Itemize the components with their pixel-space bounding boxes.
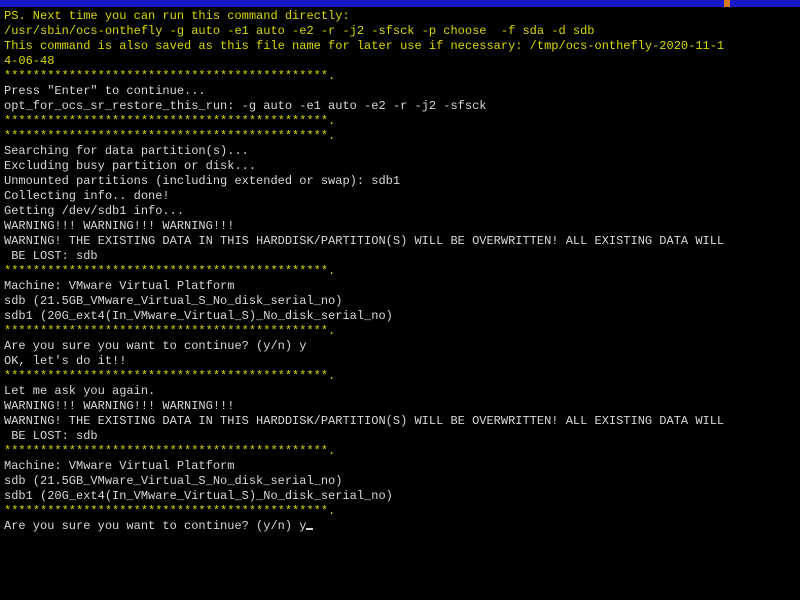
terminal-line: This command is also saved as this file … [4,39,796,54]
terminal-line: 4-06-48 [4,54,796,69]
terminal-line: Let me ask you again. [4,384,796,399]
terminal-line: WARNING!!! WARNING!!! WARNING!!! [4,399,796,414]
prompt-text: Are you sure you want to continue? (y/n) [4,519,299,533]
prompt-input[interactable]: y [299,519,306,533]
terminal-line: opt_for_ocs_sr_restore_this_run: -g auto… [4,99,796,114]
terminal-line: ****************************************… [4,264,796,279]
terminal-line: WARNING!!! WARNING!!! WARNING!!! [4,219,796,234]
terminal-line: BE LOST: sdb [4,429,796,444]
terminal-line: Machine: VMware Virtual Platform [4,459,796,474]
cursor [306,528,313,530]
terminal-line: WARNING! THE EXISTING DATA IN THIS HARDD… [4,234,796,249]
terminal-line: WARNING! THE EXISTING DATA IN THIS HARDD… [4,414,796,429]
terminal-line: Machine: VMware Virtual Platform [4,279,796,294]
terminal-line: Are you sure you want to continue? (y/n)… [4,339,796,354]
window-titlebar [0,0,800,7]
terminal-line: sdb1 (20G_ext4(In_VMware_Virtual_S)_No_d… [4,309,796,324]
terminal-line: /usr/sbin/ocs-onthefly -g auto -e1 auto … [4,24,796,39]
terminal-output[interactable]: PS. Next time you can run this command d… [0,7,800,536]
terminal-line: Getting /dev/sdb1 info... [4,204,796,219]
terminal-line: ****************************************… [4,369,796,384]
terminal-line: Searching for data partition(s)... [4,144,796,159]
titlebar-marker [724,0,730,7]
terminal-line: sdb1 (20G_ext4(In_VMware_Virtual_S)_No_d… [4,489,796,504]
terminal-line: Unmounted partitions (including extended… [4,174,796,189]
terminal-line: ****************************************… [4,114,796,129]
terminal-line: sdb (21.5GB_VMware_Virtual_S_No_disk_ser… [4,474,796,489]
terminal-line: ****************************************… [4,69,796,84]
terminal-line: sdb (21.5GB_VMware_Virtual_S_No_disk_ser… [4,294,796,309]
terminal-line: Excluding busy partition or disk... [4,159,796,174]
terminal-line: BE LOST: sdb [4,249,796,264]
terminal-line: Collecting info.. done! [4,189,796,204]
terminal-line: Press "Enter" to continue... [4,84,796,99]
terminal-line: ****************************************… [4,504,796,519]
terminal-line: ****************************************… [4,129,796,144]
terminal-line: ****************************************… [4,324,796,339]
terminal-prompt-line[interactable]: Are you sure you want to continue? (y/n)… [4,519,796,534]
terminal-line: PS. Next time you can run this command d… [4,9,796,24]
terminal-line: ****************************************… [4,444,796,459]
terminal-line: OK, let's do it!! [4,354,796,369]
